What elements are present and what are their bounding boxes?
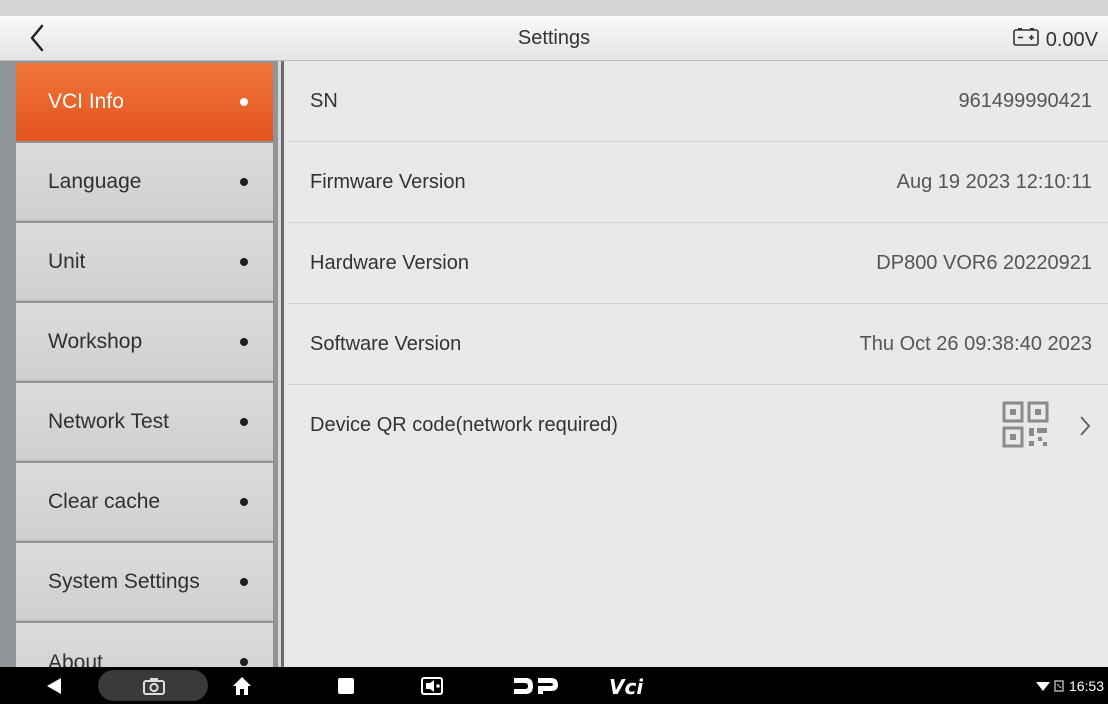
dp-app-button[interactable] [506,667,566,704]
sidebar: VCI Info Language Unit Workshop Network … [0,61,278,667]
sidebar-item-dot [240,417,248,426]
info-row-sn: SN 961499990421 [288,61,1108,142]
sidebar-item-label: Network Test [48,409,169,433]
camera-icon [143,677,165,695]
sidebar-item-label: System Settings [48,569,200,593]
sidebar-item-language[interactable]: Language [16,143,273,221]
row-label: Device QR code(network required) [310,414,618,436]
sidebar-item-dot [240,337,248,346]
page-title: Settings [517,27,591,49]
row-label: SN [310,89,338,112]
clock-time: 16:53 [1068,677,1104,694]
nav-back-icon [47,677,61,694]
media-button[interactable] [412,667,452,704]
row-label: Firmware Version [310,170,466,193]
row-value: Thu Oct 26 09:38:40 2023 [859,332,1092,355]
vci-info-panel: SN 961499990421 Firmware Version Aug 19 … [281,61,1108,667]
sidebar-item-clear-cache[interactable]: Clear cache [16,463,273,541]
title-bar: Settings 0.00V [0,16,1108,61]
sidebar-item-label: Language [48,169,142,193]
sidebar-item-label: Unit [48,249,86,273]
recent-apps-icon [338,677,354,694]
row-label: Software Version [310,332,462,355]
vci-app-button[interactable]: Vci [600,667,650,704]
nav-back-button[interactable] [34,667,74,704]
wifi-icon [1035,681,1050,691]
sidebar-item-dot [240,657,248,666]
android-nav-bar: Vci 16:53 [0,667,1108,704]
vci-icon: Vci [609,675,643,697]
info-row-software: Software Version Thu Oct 26 09:38:40 202… [288,304,1108,385]
info-row-hardware: Hardware Version DP800 VOR6 20220921 [288,223,1108,304]
sidebar-item-label: Clear cache [48,489,161,513]
chevron-right-icon [1078,415,1092,442]
signal-icon [1054,679,1064,692]
sidebar-item-dot [240,257,248,266]
media-icon [421,676,443,695]
status-area: 16:53 [1035,667,1104,704]
recent-apps-button[interactable] [326,667,366,704]
sidebar-item-vci-info[interactable]: VCI Info [16,63,273,141]
camera-button[interactable] [134,667,174,704]
sidebar-item-label: Workshop [48,329,143,353]
sidebar-item-label: VCI Info [48,90,124,114]
voltage-value: 0.00V [1045,28,1098,51]
qr-code-icon [1002,401,1050,454]
home-button[interactable] [222,667,262,704]
sidebar-item-dot [240,577,248,586]
sidebar-item-dot [240,177,248,186]
sidebar-item-label: About [48,651,103,667]
sidebar-item-dot [240,497,248,506]
row-value: DP800 VOR6 20220921 [876,251,1092,274]
info-row-firmware: Firmware Version Aug 19 2023 12:10:11 [288,142,1108,223]
top-strip [0,0,1108,16]
sidebar-item-network-test[interactable]: Network Test [16,383,273,461]
sidebar-item-dot [240,98,248,106]
row-value: Aug 19 2023 12:10:11 [896,170,1092,193]
home-icon [233,676,251,695]
sidebar-item-system-settings[interactable]: System Settings [16,543,273,621]
sidebar-item-about[interactable]: About [16,623,273,667]
row-label: Hardware Version [310,251,469,274]
row-value: 961499990421 [958,89,1092,112]
battery-icon [1012,27,1040,53]
svg-text:Vci: Vci [609,675,643,697]
dp-logo-icon [514,677,558,694]
sidebar-item-unit[interactable]: Unit [16,223,273,301]
voltage-indicator: 0.00V [1012,27,1098,53]
sidebar-item-workshop[interactable]: Workshop [16,303,273,381]
device-qr-row[interactable]: Device QR code(network required) [288,385,1108,466]
